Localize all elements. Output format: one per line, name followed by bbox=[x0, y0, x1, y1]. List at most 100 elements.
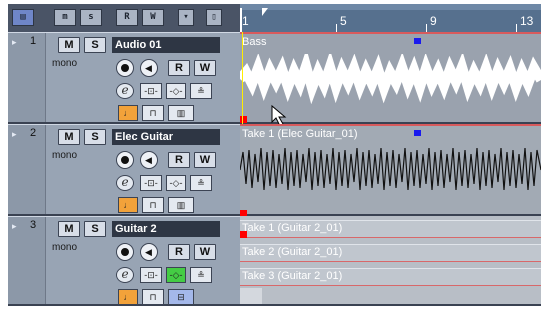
audio-event-take1-elec[interactable]: Take 1 (Elec Guitar_01) bbox=[240, 124, 541, 217]
write-automation-button[interactable]: W bbox=[194, 244, 216, 260]
track-mode: mono bbox=[52, 58, 78, 69]
cubase-project-window: ▤ m s R W ▾ ▯ ▸ 1 M S Audio 01 mono ◀ R … bbox=[8, 4, 541, 306]
edit-channel-button[interactable]: e bbox=[116, 175, 134, 191]
volume-handle[interactable] bbox=[414, 38, 421, 44]
send-bypass-icon[interactable]: ≗ bbox=[190, 175, 212, 191]
cursor-block bbox=[240, 288, 262, 304]
track-mode: mono bbox=[52, 242, 78, 253]
track-name[interactable]: Guitar 2 bbox=[112, 221, 220, 237]
mute-button[interactable]: M bbox=[58, 221, 80, 237]
insert-bypass-icon[interactable]: -⊡- bbox=[140, 175, 162, 191]
track-mode: mono bbox=[52, 150, 78, 161]
insert-bypass-icon[interactable]: -⊡- bbox=[140, 267, 162, 283]
track-row[interactable]: ▸ 1 M S Audio 01 mono ◀ R W e -⊡- -◇- ≗ … bbox=[8, 32, 240, 124]
global-mute-icon[interactable]: m bbox=[54, 9, 76, 26]
take-event-1[interactable]: Take 1 (Guitar 2_01) bbox=[240, 220, 541, 238]
monitor-button[interactable]: ◀ bbox=[140, 243, 158, 261]
waveform bbox=[240, 147, 541, 191]
event-start-handle[interactable] bbox=[240, 231, 247, 238]
track-list-toolbar: ▤ m s R W ▾ ▯ bbox=[8, 4, 240, 32]
waveform bbox=[240, 54, 541, 104]
take-event-3[interactable]: Take 3 (Guitar 2_01) bbox=[240, 268, 541, 286]
record-dot-icon bbox=[121, 248, 129, 256]
track-name[interactable]: Audio 01 bbox=[112, 37, 220, 53]
solo-button[interactable]: S bbox=[84, 37, 106, 53]
mute-button[interactable]: M bbox=[58, 37, 80, 53]
insert-bypass-icon[interactable]: -⊡- bbox=[140, 83, 162, 99]
project-cursor[interactable] bbox=[240, 8, 242, 32]
event-display[interactable]: 1 5 9 13 Bass Take 1 (Elec Guitar_01) Ta… bbox=[240, 4, 541, 306]
read-automation-button[interactable]: R bbox=[168, 152, 190, 168]
event-label: Take 3 (Guitar 2_01) bbox=[242, 270, 343, 282]
global-solo-icon[interactable]: s bbox=[80, 9, 102, 26]
record-dot-icon bbox=[121, 156, 129, 164]
eq-bypass-icon[interactable]: -◇- bbox=[166, 83, 186, 99]
musical-time-icon[interactable]: ♩ bbox=[118, 105, 138, 121]
event-label: Take 1 (Guitar 2_01) bbox=[242, 222, 343, 234]
timeline-ruler[interactable]: 1 5 9 13 bbox=[240, 4, 541, 32]
track-name[interactable]: Elec Guitar bbox=[112, 129, 220, 145]
global-read-icon[interactable]: R bbox=[116, 9, 138, 26]
event-lane[interactable]: Bass bbox=[240, 32, 541, 127]
solo-button[interactable]: S bbox=[84, 129, 106, 145]
grip-icon[interactable]: ▯ bbox=[206, 9, 222, 26]
track-row[interactable]: ▸ 3 M S Guitar 2 mono ◀ R W e -⊡- -◇- ≗ … bbox=[8, 216, 240, 306]
track-rail: ▸ 1 bbox=[8, 33, 46, 122]
event-lane[interactable]: Take 1 (Guitar 2_01) Take 2 (Guitar 2_01… bbox=[240, 216, 541, 306]
read-automation-button[interactable]: R bbox=[168, 244, 190, 260]
musical-time-icon[interactable]: ♩ bbox=[118, 289, 138, 305]
expand-arrow-icon[interactable]: ▸ bbox=[12, 129, 17, 140]
track-rail: ▸ 2 bbox=[8, 125, 46, 214]
event-lane[interactable]: Take 1 (Elec Guitar_01) bbox=[240, 124, 541, 217]
monitor-button[interactable]: ◀ bbox=[140, 151, 158, 169]
write-automation-button[interactable]: W bbox=[194, 152, 216, 168]
lane-display-icon[interactable]: ▥ bbox=[168, 197, 194, 213]
event-label: Take 2 (Guitar 2_01) bbox=[242, 246, 343, 258]
expand-arrow-icon[interactable]: ▸ bbox=[12, 37, 17, 48]
record-enable-button[interactable] bbox=[116, 243, 134, 261]
speaker-icon: ◀ bbox=[145, 63, 152, 73]
bar-tick bbox=[516, 24, 517, 32]
monitor-button[interactable]: ◀ bbox=[140, 59, 158, 77]
event-label: Take 1 (Elec Guitar_01) bbox=[242, 128, 358, 140]
send-bypass-icon[interactable]: ≗ bbox=[190, 267, 212, 283]
expand-arrow-icon[interactable]: ▸ bbox=[12, 221, 17, 232]
write-automation-button[interactable]: W bbox=[194, 60, 216, 76]
track-number: 2 bbox=[30, 127, 37, 139]
record-enable-button[interactable] bbox=[116, 59, 134, 77]
lock-icon[interactable]: ⊓ bbox=[142, 197, 164, 213]
event-label: Bass bbox=[242, 36, 267, 48]
bar-13-label: 13 bbox=[520, 14, 534, 28]
track-color-icon[interactable]: ▤ bbox=[12, 9, 34, 26]
send-bypass-icon[interactable]: ≗ bbox=[190, 83, 212, 99]
eq-bypass-icon[interactable]: -◇- bbox=[166, 267, 186, 283]
audio-event-bass[interactable]: Bass bbox=[240, 32, 541, 127]
record-dot-icon bbox=[121, 64, 129, 72]
lane-display-icon[interactable]: ⊟ bbox=[168, 289, 194, 305]
lock-icon[interactable]: ⊓ bbox=[142, 289, 164, 305]
dropdown-icon[interactable]: ▾ bbox=[178, 9, 194, 26]
edit-channel-button[interactable]: e bbox=[116, 267, 134, 283]
track-number: 3 bbox=[30, 219, 37, 231]
track-rail: ▸ 3 bbox=[8, 217, 46, 304]
mute-button[interactable]: M bbox=[58, 129, 80, 145]
record-enable-button[interactable] bbox=[116, 151, 134, 169]
musical-time-icon[interactable]: ♩ bbox=[118, 197, 138, 213]
bar-tick bbox=[426, 24, 427, 32]
track-number: 1 bbox=[30, 35, 37, 47]
volume-handle[interactable] bbox=[414, 130, 421, 136]
global-write-icon[interactable]: W bbox=[142, 9, 164, 26]
ruler-strip bbox=[240, 4, 541, 10]
read-automation-button[interactable]: R bbox=[168, 60, 190, 76]
lock-icon[interactable]: ⊓ bbox=[142, 105, 164, 121]
track-row[interactable]: ▸ 2 M S Elec Guitar mono ◀ R W e -⊡- -◇-… bbox=[8, 124, 240, 216]
left-locator-icon[interactable] bbox=[240, 4, 270, 18]
solo-button[interactable]: S bbox=[84, 221, 106, 237]
eq-bypass-icon[interactable]: -◇- bbox=[166, 175, 186, 191]
cursor-line bbox=[242, 32, 243, 124]
edit-channel-button[interactable]: e bbox=[116, 83, 134, 99]
lane-display-icon[interactable]: ▥ bbox=[168, 105, 194, 121]
speaker-icon: ◀ bbox=[145, 247, 152, 257]
bar-5-label: 5 bbox=[340, 14, 347, 28]
take-event-2[interactable]: Take 2 (Guitar 2_01) bbox=[240, 244, 541, 262]
